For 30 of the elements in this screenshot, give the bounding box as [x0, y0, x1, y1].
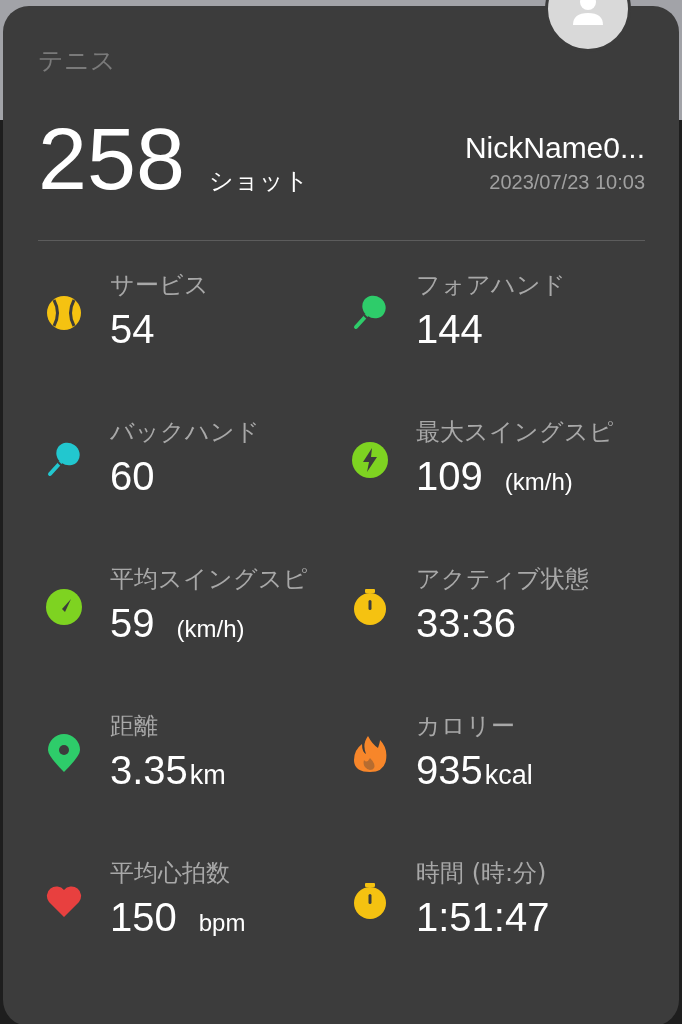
stat-value: 54 [110, 306, 155, 353]
stat-label: 時間 (時:分) [416, 858, 548, 889]
stat-unit: kcal [484, 760, 533, 791]
stat-unit: (km/h) [504, 468, 573, 496]
shot-unit: ショット [208, 166, 309, 197]
stat-value: 3.35 [110, 747, 188, 794]
stat-value: 144 [416, 306, 483, 353]
stat-value: 59 [110, 600, 155, 647]
stat-value: 1:51:47 [416, 894, 550, 941]
stat-value: 33:36 [416, 600, 517, 647]
stat-value: 935 [416, 747, 483, 794]
stat-unit: bpm [198, 909, 246, 937]
stat-label: 平均スイングスピ [110, 564, 308, 595]
stat-value: 109 [416, 453, 483, 500]
stat-value: 150 [110, 894, 177, 941]
shot-count: 258 [38, 114, 185, 204]
stat-unit: (km/h) [176, 615, 245, 643]
stat-value: 60 [110, 453, 155, 500]
stat-label: カロリー [416, 711, 516, 742]
stat-unit: km [189, 760, 226, 791]
nickname: NickName0... [464, 131, 645, 165]
stat-label: アクティブ状態 [416, 564, 589, 595]
stat-label: フォアハンド [416, 270, 566, 301]
date-time: 2023/07/23 10:03 [488, 171, 645, 194]
stat-label: 最大スイングスピ [416, 417, 614, 448]
sport-title: テニス [38, 46, 117, 76]
stat-label: サービス [110, 270, 209, 301]
stat-label: 距離 [110, 711, 159, 742]
stat-label: バックハンド [110, 417, 260, 448]
stat-label: 平均心拍数 [110, 858, 231, 889]
